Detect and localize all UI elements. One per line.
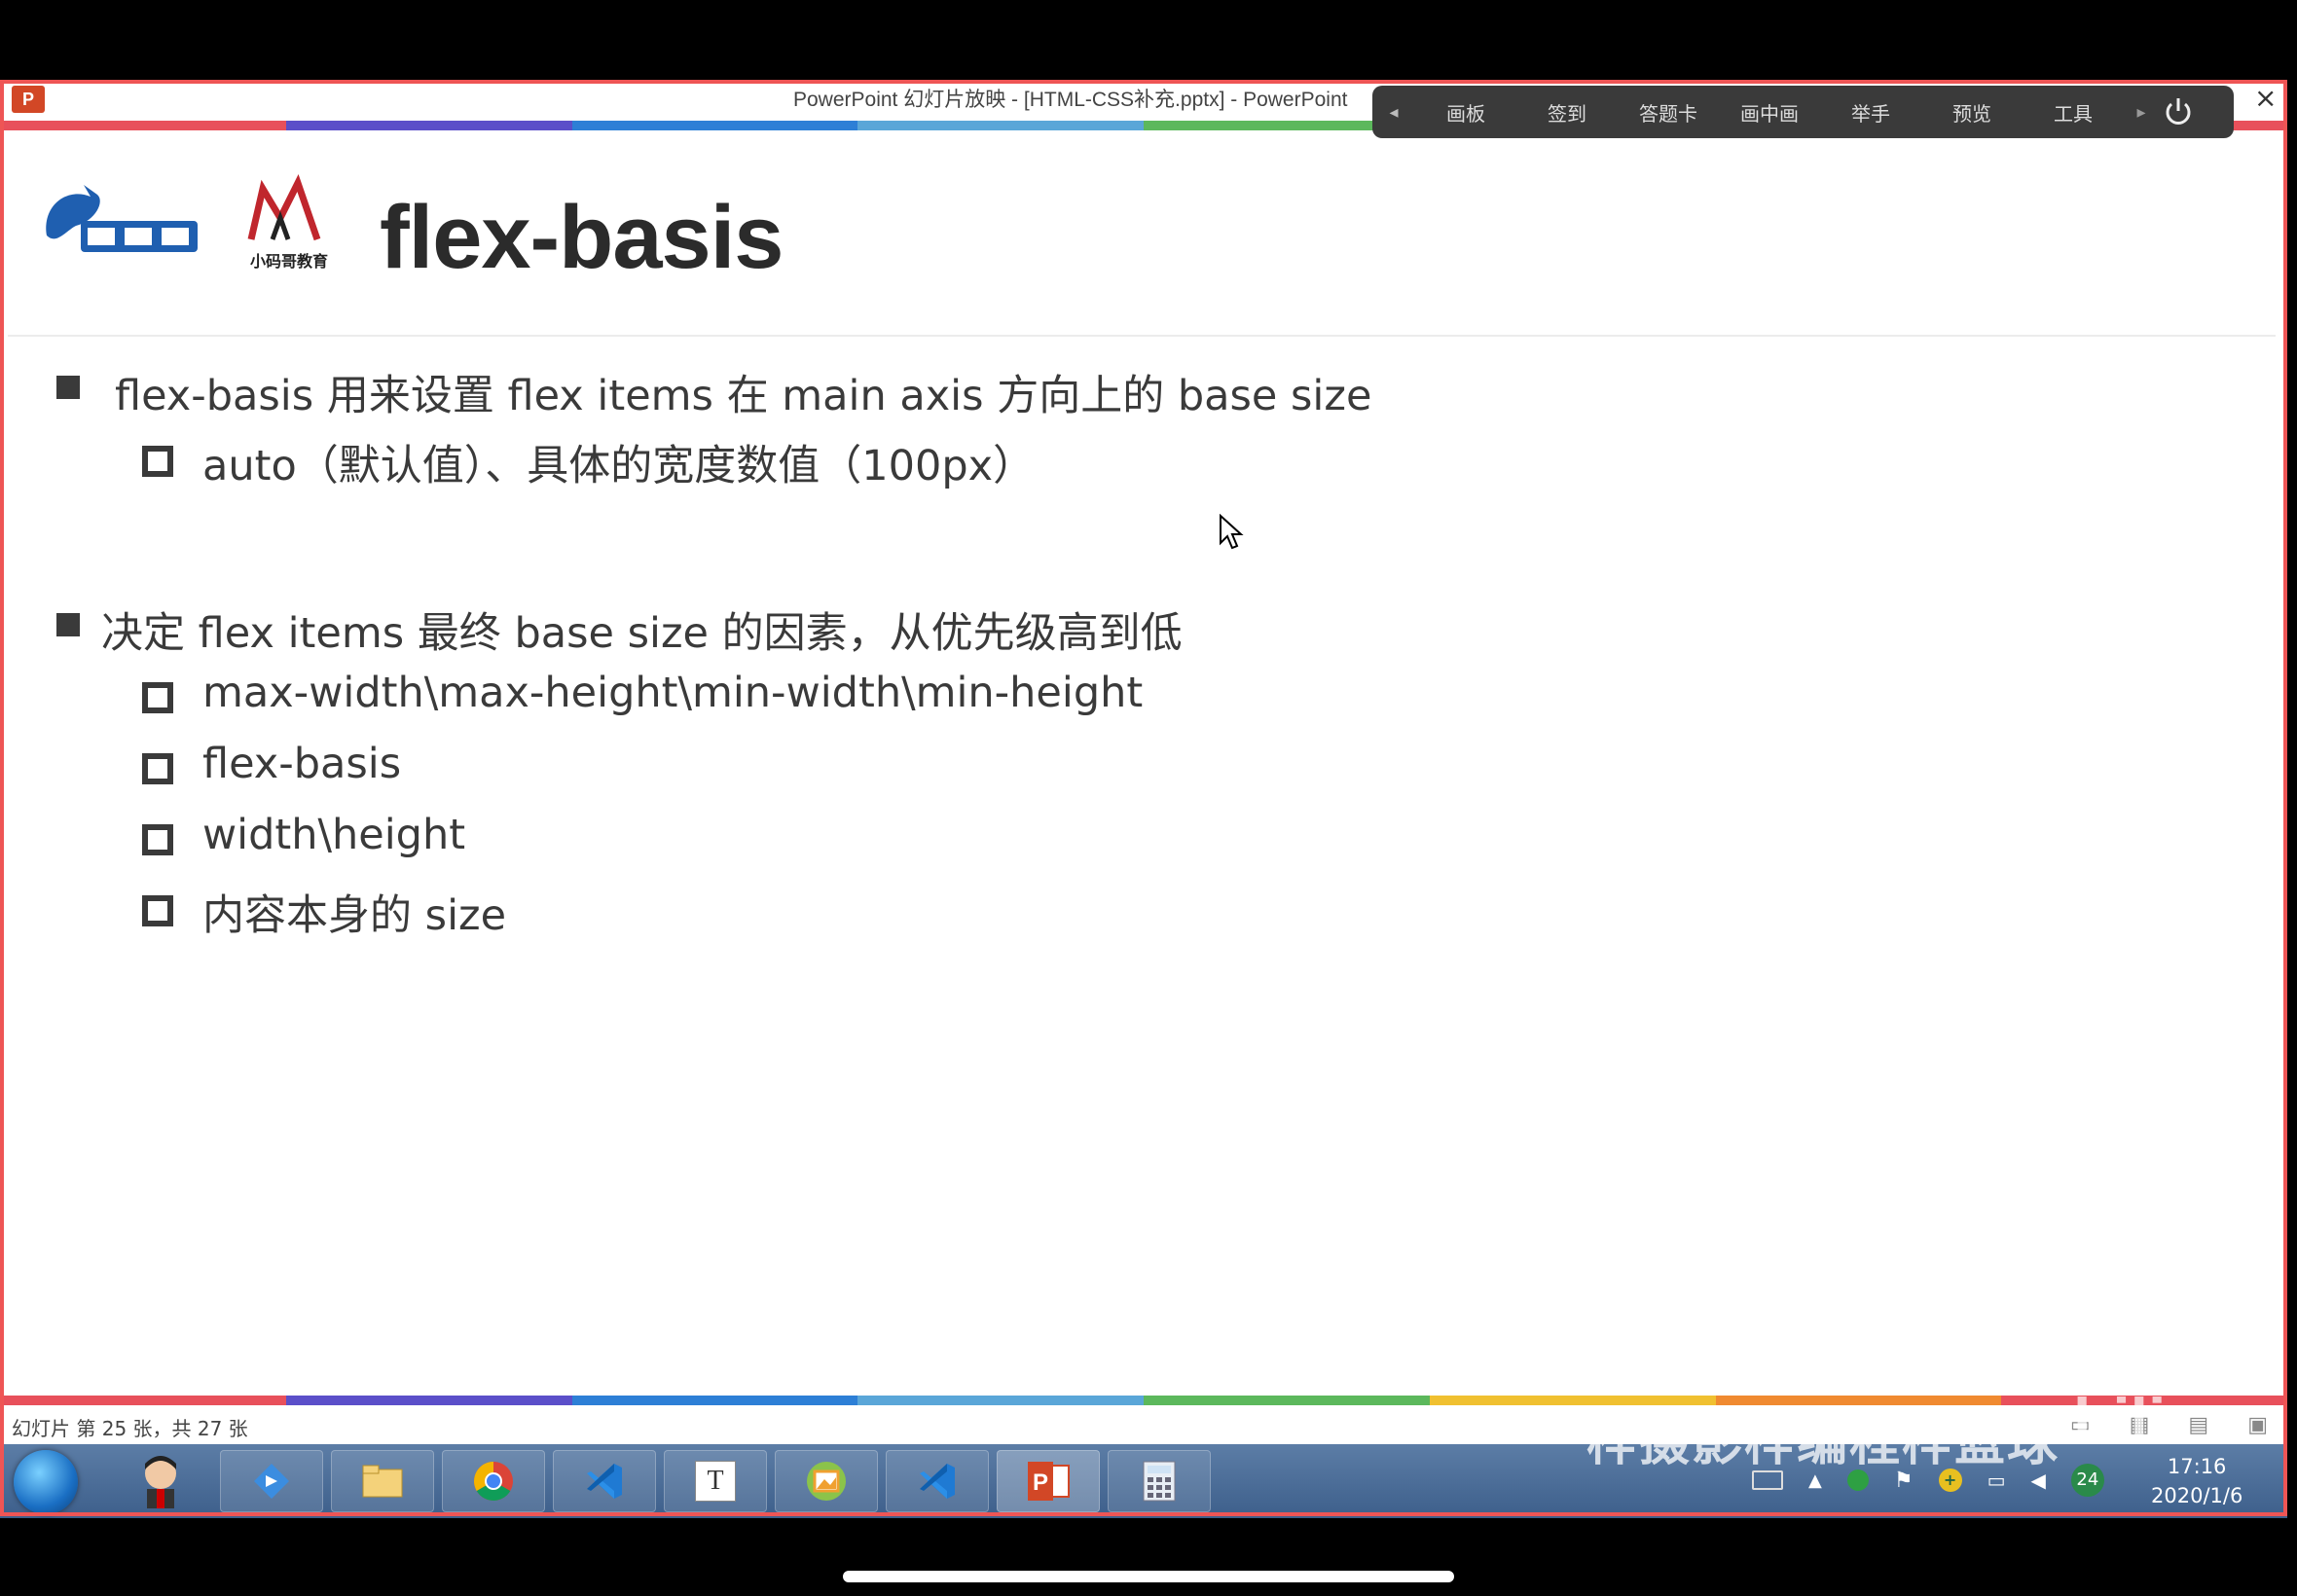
watermark-text: 梓摄影梓编程梓篮球 [1586,1414,2060,1472]
folder-icon [362,1465,403,1498]
app-diamond-icon [254,1464,289,1499]
bullet-2-sub-2: flex-basis [202,740,402,788]
toolbar-item-raise-hand[interactable]: 举手 [1820,98,1921,127]
vscode-icon [920,1464,955,1499]
slide-title: flex-basis [380,188,784,287]
taskbar-user-avatar[interactable] [109,1450,212,1512]
taskbar-powerpoint[interactable]: P [997,1450,1100,1512]
bullet-2-text: 决定 flex items 最终 base size 的因素，从优先级高到低 [101,609,1183,658]
taskbar-typora[interactable]: T [664,1450,767,1512]
taskbar-app-blue[interactable] [220,1450,323,1512]
typora-icon: T [695,1461,736,1502]
sub-bullet-marker [142,446,173,477]
toolbar-item-preview[interactable]: 预览 [1921,98,2023,127]
taskbar-vscode-2[interactable] [886,1450,989,1512]
toolbar-item-checkin[interactable]: 签到 [1516,98,1618,127]
notification-badge[interactable]: 24 [2070,1464,2104,1497]
bullet-2-sub-1: max-width\max-height\min-width\min-heigh… [202,669,1144,717]
mj-logo [46,185,198,252]
xmg-logo-text: 小码哥教育 [250,252,328,271]
toolbar-item-draw[interactable]: 画板 [1415,98,1516,127]
vscode-icon [587,1464,622,1499]
window-title: PowerPoint 幻灯片放映 - [HTML-CSS补充.pptx] - P… [793,89,1348,111]
bullet-2-sub-3: width\height [202,811,466,859]
sub-bullet-marker [142,753,173,784]
sub-bullet-marker [142,895,173,926]
taskbar-explorer[interactable] [331,1450,434,1512]
toolbar-item-answer-card[interactable]: 答题卡 [1618,98,1719,127]
bullet-marker [56,376,80,399]
close-icon[interactable]: × [2254,82,2277,114]
collapse-right-icon[interactable]: ▸ [2124,102,2159,123]
presenter-toolbar: ◂ 画板 签到 答题卡 画中画 举手 预览 工具 ▸ [1372,86,2234,138]
clock[interactable]: 17:16 2020/1/6 [2151,1452,2242,1510]
home-indicator[interactable] [843,1571,1454,1582]
power-icon[interactable] [2159,92,2198,131]
slideshow-view-icon[interactable]: ▣ [2247,1413,2268,1437]
powerpoint-icon: P [1028,1462,1070,1501]
taskbar-vscode-1[interactable] [553,1450,656,1512]
start-button[interactable] [14,1450,78,1514]
sub-bullet-marker [142,682,173,713]
bilibili-logo: bili [2073,1385,2167,1457]
power-symbol [2166,98,2191,125]
toolbar-item-pip[interactable]: 画中画 [1719,98,1820,127]
reading-view-icon[interactable]: ▤ [2188,1413,2208,1437]
bullet-marker [56,613,80,636]
bullet-1-text: flex-basis 用来设置 flex items 在 main axis 方… [115,372,1372,420]
taskbar-image-app[interactable] [775,1450,878,1512]
slide-counter: 幻灯片 第 25 张，共 27 张 [12,1417,248,1440]
bullet-1-sub-1: auto（默认值）、具体的宽度数值（100px） [202,442,1036,490]
taskbar-chrome[interactable] [442,1450,545,1512]
clock-date: 2020/1/6 [2151,1484,2243,1507]
taskbar-calculator[interactable] [1108,1450,1211,1512]
collapse-left-icon[interactable]: ◂ [1372,102,1415,123]
mouse-cursor-icon [1220,514,1244,550]
bullet-2-sub-4: 内容本身的 size [202,891,507,940]
sub-bullet-marker [142,824,173,855]
chrome-icon [474,1462,513,1501]
toolbar-item-tools[interactable]: 工具 [2023,98,2124,127]
svg-text:P: P [1033,1469,1048,1496]
slideshow-window: P PowerPoint 幻灯片放映 - [HTML-CSS补充.pptx] -… [0,80,2287,1518]
powerpoint-icon[interactable]: P [12,86,45,113]
avatar-icon [145,1456,176,1508]
calculator-icon [1143,1461,1176,1502]
header-divider [8,335,2276,337]
image-viewer-icon [807,1462,846,1501]
xmg-logo: 小码哥教育 [247,173,328,271]
